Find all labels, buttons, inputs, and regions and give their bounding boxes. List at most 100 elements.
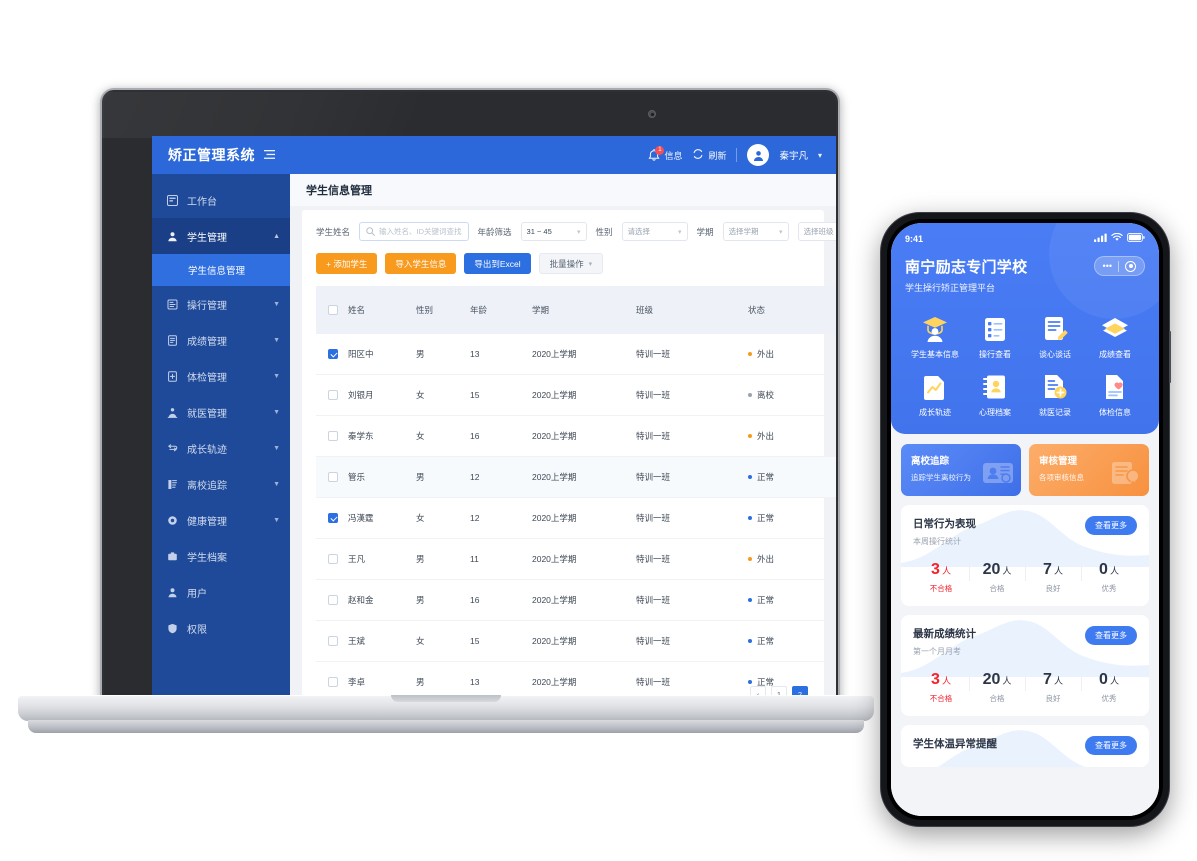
- topbar-right: 1 信息 刷新 秦宇凡 ▾: [648, 144, 822, 166]
- row-checkbox[interactable]: [328, 677, 338, 688]
- view-more-button[interactable]: 查看更多: [1085, 626, 1137, 645]
- laptop-screen: 矫正管理系统 1 信息 刷新 秦宇凡 ▾ 工作台 学生管理 ▲ 学生信息管理 操…: [152, 136, 836, 708]
- export-excel-button[interactable]: 导出到Excel: [464, 253, 531, 274]
- sidebar-item-growth-track[interactable]: 成长轨迹 ▼: [152, 430, 290, 466]
- grid-item[interactable]: 心理档案: [965, 372, 1025, 418]
- stat-value-wrap: 20 人: [969, 561, 1025, 579]
- table-row[interactable]: 管乐男122020上学期特训一班正常2020-10-31 13:12: [316, 456, 836, 498]
- phone-frame: 9:41 南宁励志专门学校 学生操行矫正管理平台 ••• 学生基本信息 操行查看…: [880, 212, 1171, 827]
- row-checkbox[interactable]: [328, 595, 338, 606]
- search-input[interactable]: 输入姓名、ID关键词查找: [359, 222, 469, 241]
- table-row[interactable]: 秦学东女162020上学期特训一班外出2020-10-31 13:12: [316, 415, 836, 457]
- chevron-down-icon[interactable]: ▾: [818, 151, 822, 160]
- note-pen-icon: [1040, 314, 1070, 344]
- cell-status: 正常: [748, 456, 836, 498]
- sidebar-item-user[interactable]: 用户: [152, 574, 290, 610]
- import-students-button[interactable]: 导入学生信息: [385, 253, 457, 274]
- cell-class: 特训一班: [636, 334, 748, 375]
- row-checkbox[interactable]: [328, 636, 338, 647]
- cell-name: 阳区中: [348, 334, 416, 375]
- sidebar-item-label: 成长轨迹: [187, 444, 227, 456]
- cell-term: 2020上学期: [532, 456, 636, 498]
- chevron-down-icon: ▼: [273, 480, 280, 488]
- view-more-button[interactable]: 查看更多: [1085, 736, 1137, 755]
- sidebar-item-medical[interactable]: 就医管理 ▼: [152, 394, 290, 430]
- row-checkbox[interactable]: [328, 513, 338, 524]
- topbar-divider: [736, 148, 738, 162]
- clipboard-list-icon: [980, 314, 1010, 344]
- app-brand: 矫正管理系统: [152, 145, 290, 165]
- table-row[interactable]: 赵和金男162020上学期特训一班正常2020-10-31 13:12: [316, 579, 836, 621]
- table-row[interactable]: 刘银月女152020上学期特训一班离校2020-10-31 13:12: [316, 374, 836, 416]
- row-checkbox[interactable]: [328, 390, 338, 401]
- sidebar-item-leave-tracking[interactable]: 离校追踪 ▼: [152, 466, 290, 502]
- sidebar-item-student-archive[interactable]: 学生档案: [152, 538, 290, 574]
- sidebar-item-health-management[interactable]: 健康管理 ▼: [152, 502, 290, 538]
- status-label: 外出: [757, 431, 775, 441]
- grid-item[interactable]: 就医记录: [1025, 372, 1085, 418]
- notification-badge: 1: [655, 145, 665, 155]
- view-more-button[interactable]: 查看更多: [1085, 516, 1137, 535]
- row-checkbox[interactable]: [328, 554, 338, 565]
- row-checkbox[interactable]: [328, 349, 338, 360]
- term-select[interactable]: 选择学期 ▾: [722, 222, 789, 241]
- grid-item[interactable]: 成绩查看: [1085, 314, 1145, 360]
- grid-item-label: 谈心谈话: [1039, 350, 1071, 359]
- phone-power-button[interactable]: [1169, 331, 1171, 383]
- app-body: 工作台 学生管理 ▲ 学生信息管理 操行管理 ▼ 成绩管理 ▼ 体检管理 ▼ 就…: [152, 174, 836, 708]
- leave-tracking-card[interactable]: 离校追踪 追踪学生离校行为: [901, 444, 1021, 496]
- hamburger-icon[interactable]: [264, 148, 275, 162]
- grid-item[interactable]: 操行查看: [965, 314, 1025, 360]
- stat-value: 7: [1043, 671, 1052, 688]
- refresh-label: 刷新: [708, 150, 727, 161]
- table-row[interactable]: 阳区中男132020上学期特训一班外出2020-10-31 13:12: [316, 334, 836, 375]
- user-name: 秦宇凡: [779, 151, 808, 162]
- cell-term: 2020上学期: [532, 579, 636, 621]
- table-row[interactable]: 冯漢霆女122020上学期特训一班正常2020-10-31 13:12: [316, 497, 836, 539]
- age-select[interactable]: 31 ~ 45 ▾: [520, 222, 587, 241]
- sidebar-item-conduct-management[interactable]: 操行管理 ▼: [152, 286, 290, 322]
- audit-management-card[interactable]: 审核管理 各项审核信息: [1029, 444, 1149, 496]
- tracking-icon: [166, 478, 178, 490]
- select-all-cell: [316, 286, 348, 334]
- more-dots-icon[interactable]: •••: [1103, 261, 1112, 271]
- target-icon[interactable]: [1125, 260, 1136, 272]
- sidebar-item-physical-exam[interactable]: 体检管理 ▼: [152, 358, 290, 394]
- grid-item[interactable]: 成长轨迹: [905, 372, 965, 418]
- refresh-button[interactable]: 刷新: [692, 148, 726, 162]
- add-student-button[interactable]: + 添加学生: [316, 253, 378, 274]
- cell-status: 正常: [748, 497, 836, 539]
- sex-select[interactable]: 请选择 ▾: [621, 222, 688, 241]
- sidebar-subitem-student-info[interactable]: 学生信息管理: [152, 254, 290, 286]
- sidebar-item-permission[interactable]: 权限: [152, 610, 290, 646]
- sidebar-item-dashboard[interactable]: 工作台: [152, 182, 290, 218]
- grid-item[interactable]: 谈心谈话: [1025, 314, 1085, 360]
- cell-status: 外出: [748, 538, 836, 580]
- table-row[interactable]: 王斌女152020上学期特训一班正常2020-10-31 13:12: [316, 620, 836, 662]
- batch-operation-button[interactable]: 批量操作 ▾: [538, 253, 604, 274]
- stat-value-wrap: 3人: [913, 671, 969, 689]
- web-app: 矫正管理系统 1 信息 刷新 秦宇凡 ▾ 工作台 学生管理 ▲ 学生信息管理 操…: [152, 136, 836, 708]
- status-dot: [748, 352, 752, 356]
- cell-age: 15: [470, 620, 532, 662]
- grid-item[interactable]: 体检信息: [1085, 372, 1145, 418]
- row-select-cell: [316, 538, 348, 580]
- select-all-checkbox[interactable]: [328, 305, 338, 316]
- notifications-button[interactable]: 1 信息: [648, 145, 682, 162]
- avatar[interactable]: [747, 144, 770, 166]
- sidebar-item-student-management[interactable]: 学生管理 ▲: [152, 218, 290, 254]
- grid-item[interactable]: 学生基本信息: [905, 314, 965, 360]
- row-checkbox[interactable]: [328, 472, 338, 483]
- class-select[interactable]: 选择班级 ▾: [797, 222, 836, 241]
- stat-label: 不合格: [929, 694, 953, 703]
- chevron-down-icon: ▼: [273, 336, 280, 344]
- table-row[interactable]: 王凡男112020上学期特训一班外出2020-10-31 13:12: [316, 538, 836, 580]
- filter-label-sex: 性别: [595, 226, 613, 237]
- sidebar-item-label: 体检管理: [187, 372, 227, 384]
- search-placeholder: 输入姓名、ID关键词查找: [379, 227, 462, 236]
- stat-unit: 人: [1002, 566, 1012, 576]
- sidebar-item-grade-management[interactable]: 成绩管理 ▼: [152, 322, 290, 358]
- row-checkbox[interactable]: [328, 431, 338, 442]
- card-subtitle: 本周操行统计: [913, 537, 961, 546]
- mini-program-capsule[interactable]: •••: [1093, 256, 1145, 276]
